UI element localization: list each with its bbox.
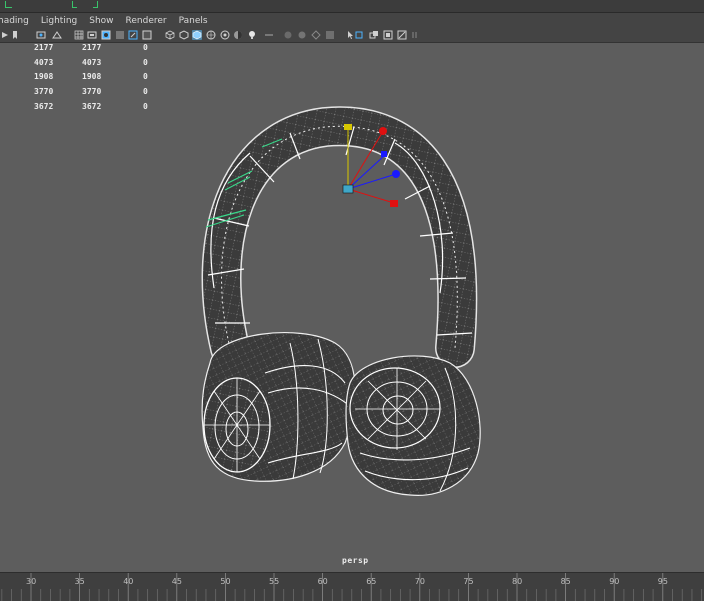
hud-icon[interactable] xyxy=(383,30,393,40)
backface-icon[interactable] xyxy=(354,30,364,40)
right-ear-cup xyxy=(345,355,481,496)
textured-icon[interactable] xyxy=(206,30,216,40)
isolate-icon[interactable] xyxy=(369,30,379,40)
toolbar-overflow-icon[interactable] xyxy=(410,30,420,40)
viewport-toolbar xyxy=(0,28,704,43)
safe-action-icon[interactable] xyxy=(142,30,152,40)
timeline-tick-label: 75 xyxy=(463,577,474,586)
z-rotate-handle-icon xyxy=(392,170,400,178)
x-axis-cube-icon xyxy=(390,200,398,207)
2d-pan-zoom-icon[interactable] xyxy=(52,30,62,40)
bracket-icon xyxy=(72,1,77,8)
resolution-gate-icon[interactable] xyxy=(101,30,111,40)
smooth-shade-icon[interactable] xyxy=(179,30,189,40)
motion-blur-icon[interactable] xyxy=(264,30,274,40)
timeline-tick-label: 30 xyxy=(26,577,37,586)
bookmark-icon[interactable] xyxy=(10,30,20,40)
camera-icon[interactable] xyxy=(0,30,10,40)
perspective-viewport[interactable]: 2177 2177 0 4073 4073 0 1908 1908 0 3770… xyxy=(0,43,704,572)
viewport-menu-bar: hading Lighting Show Renderer Panels xyxy=(0,13,704,28)
top-shelf-strip xyxy=(0,0,704,13)
field-chart-icon[interactable] xyxy=(128,30,138,40)
z-axis-cube-icon xyxy=(381,151,387,157)
camera-name-label: persp xyxy=(342,556,369,565)
timeline-tick-label: 90 xyxy=(609,577,620,586)
timeline-tick-label: 55 xyxy=(269,577,280,586)
left-ear-cup xyxy=(201,332,356,482)
bracket-icon xyxy=(93,1,98,8)
timeline-tick-label: 95 xyxy=(657,577,668,586)
timeline-tick-label: 40 xyxy=(123,577,134,586)
timeline-tick-label: 65 xyxy=(366,577,377,586)
time-slider-ticks xyxy=(1,573,703,601)
expand-viewport-icon[interactable] xyxy=(397,30,407,40)
timeline-tick-label: 50 xyxy=(220,577,231,586)
timeline-tick-label: 35 xyxy=(74,577,85,586)
film-gate-icon[interactable] xyxy=(87,30,97,40)
depth-of-field-icon[interactable] xyxy=(297,30,307,40)
grid-icon[interactable] xyxy=(74,30,84,40)
time-slider[interactable]: 30 35 40 45 50 55 60 65 70 75 80 85 90 95 xyxy=(0,572,704,601)
timeline-tick-label: 85 xyxy=(560,577,571,586)
shadows-icon[interactable] xyxy=(233,30,243,40)
timeline-tick-label: 60 xyxy=(317,577,328,586)
screen-space-ao-icon[interactable] xyxy=(247,30,257,40)
menu-show[interactable]: Show xyxy=(83,16,119,26)
anti-alias-icon[interactable] xyxy=(283,30,293,40)
x-rotate-handle-icon xyxy=(379,127,387,135)
isolate-select-icon[interactable] xyxy=(311,30,321,40)
menu-shading[interactable]: hading xyxy=(0,16,35,26)
menu-lighting[interactable]: Lighting xyxy=(35,16,83,26)
y-axis-cube-icon xyxy=(344,124,352,130)
xray-icon[interactable] xyxy=(325,30,335,40)
gate-mask-icon[interactable] xyxy=(115,30,125,40)
center-handle-icon xyxy=(342,184,354,194)
timeline-tick-label: 70 xyxy=(414,577,425,586)
wireframe-icon[interactable] xyxy=(165,30,175,40)
bracket-icon xyxy=(5,1,12,8)
image-plane-icon[interactable] xyxy=(36,30,46,40)
use-all-lights-icon[interactable] xyxy=(220,30,230,40)
default-material-icon[interactable] xyxy=(192,30,202,40)
timeline-tick-label: 45 xyxy=(171,577,182,586)
headphones-wireframe-mesh[interactable] xyxy=(0,43,704,572)
timeline-tick-label: 80 xyxy=(512,577,523,586)
menu-panels[interactable]: Panels xyxy=(173,16,214,26)
headband xyxy=(201,106,478,368)
menu-renderer[interactable]: Renderer xyxy=(120,16,173,26)
